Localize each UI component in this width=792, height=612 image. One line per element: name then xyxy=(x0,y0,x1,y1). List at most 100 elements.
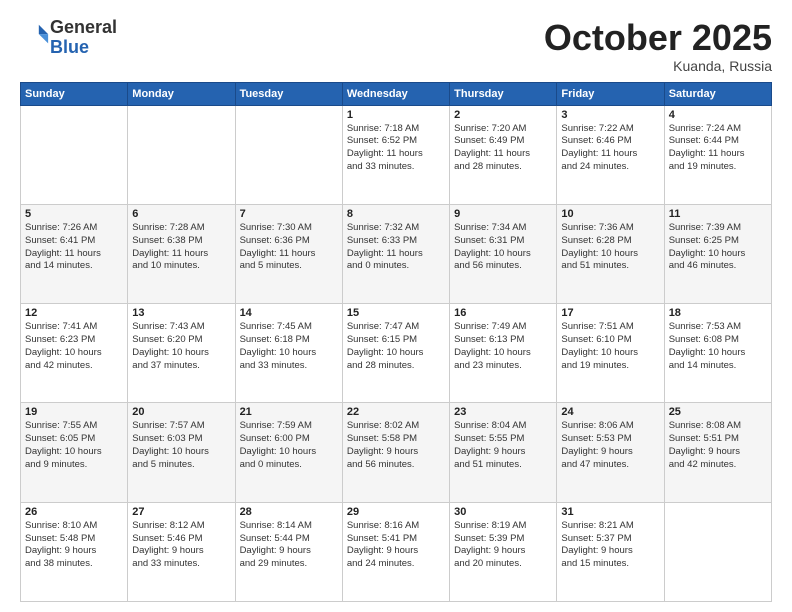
calendar-cell: 2 Sunrise: 7:20 AM Sunset: 6:49 PM Daylig… xyxy=(450,105,557,204)
day-info: Sunrise: 7:59 AM Sunset: 6:00 PM Dayligh… xyxy=(240,420,338,471)
calendar-cell: 26 Sunrise: 8:10 AM Sunset: 5:48 PM Dayli… xyxy=(21,502,128,601)
week-row-1: 5Sunrise: 7:26 AM Sunset: 6:41 PM Daylig… xyxy=(21,204,772,303)
day-number: 23 xyxy=(454,406,552,418)
day-number: 2 xyxy=(454,109,552,121)
day-info: Sunrise: 7:20 AM Sunset: 6:49 PM Dayligh… xyxy=(454,123,552,174)
calendar-cell: 13Sunrise: 7:43 AM Sunset: 6:20 PM Dayli… xyxy=(128,304,235,403)
calendar-cell: 29Sunrise: 8:16 AM Sunset: 5:41 PM Dayli… xyxy=(342,502,449,601)
day-info: Sunrise: 7:34 AM Sunset: 6:31 PM Dayligh… xyxy=(454,222,552,273)
calendar-cell: 10Sunrise: 7:36 AM Sunset: 6:28 PM Dayli… xyxy=(557,204,664,303)
day-number: 30 xyxy=(454,506,552,518)
day-info: Sunrise: 7:55 AM Sunset: 6:05 PM Dayligh… xyxy=(25,420,123,471)
calendar-cell: 27 Sunrise: 8:12 AM Sunset: 5:46 PM Dayli… xyxy=(128,502,235,601)
calendar-cell: 25 Sunrise: 8:08 AM Sunset: 5:51 PM Dayli… xyxy=(664,403,771,502)
day-info: Sunrise: 7:51 AM Sunset: 6:10 PM Dayligh… xyxy=(561,321,659,372)
day-info: Sunrise: 8:06 AM Sunset: 5:53 PM Dayligh… xyxy=(561,420,659,471)
calendar-cell: 28Sunrise: 8:14 AM Sunset: 5:44 PM Dayli… xyxy=(235,502,342,601)
weekday-header-monday: Monday xyxy=(128,82,235,105)
calendar-cell: 3Sunrise: 7:22 AM Sunset: 6:46 PM Daylig… xyxy=(557,105,664,204)
logo-blue-text: Blue xyxy=(50,37,89,57)
day-info: Sunrise: 8:12 AM Sunset: 5:46 PM Dayligh… xyxy=(132,520,230,571)
day-info: Sunrise: 7:53 AM Sunset: 6:08 PM Dayligh… xyxy=(669,321,767,372)
calendar-cell: 21 Sunrise: 7:59 AM Sunset: 6:00 PM Dayli… xyxy=(235,403,342,502)
day-number: 31 xyxy=(561,506,659,518)
day-number: 28 xyxy=(240,506,338,518)
day-info: Sunrise: 7:57 AM Sunset: 6:03 PM Dayligh… xyxy=(132,420,230,471)
day-info: Sunrise: 7:28 AM Sunset: 6:38 PM Dayligh… xyxy=(132,222,230,273)
calendar-table: SundayMondayTuesdayWednesdayThursdayFrid… xyxy=(20,82,772,602)
calendar-cell xyxy=(21,105,128,204)
day-number: 5 xyxy=(25,208,123,220)
day-info: Sunrise: 7:24 AM Sunset: 6:44 PM Dayligh… xyxy=(669,123,767,174)
week-row-2: 12 Sunrise: 7:41 AM Sunset: 6:23 PM Dayli… xyxy=(21,304,772,403)
calendar-cell: 18 Sunrise: 7:53 AM Sunset: 6:08 PM Dayli… xyxy=(664,304,771,403)
calendar-cell: 17 Sunrise: 7:51 AM Sunset: 6:10 PM Dayli… xyxy=(557,304,664,403)
calendar-cell: 24 Sunrise: 8:06 AM Sunset: 5:53 PM Dayli… xyxy=(557,403,664,502)
title-block: October 2025 Kuanda, Russia xyxy=(544,18,772,74)
weekday-header-row: SundayMondayTuesdayWednesdayThursdayFrid… xyxy=(21,82,772,105)
day-number: 21 xyxy=(240,406,338,418)
week-row-0: 1Sunrise: 7:18 AM Sunset: 6:52 PM Daylig… xyxy=(21,105,772,204)
calendar-cell: 22 Sunrise: 8:02 AM Sunset: 5:58 PM Dayli… xyxy=(342,403,449,502)
weekday-header-thursday: Thursday xyxy=(450,82,557,105)
page: General Blue October 2025 Kuanda, Russia… xyxy=(0,0,792,612)
day-info: Sunrise: 7:45 AM Sunset: 6:18 PM Dayligh… xyxy=(240,321,338,372)
day-info: Sunrise: 8:19 AM Sunset: 5:39 PM Dayligh… xyxy=(454,520,552,571)
day-number: 18 xyxy=(669,307,767,319)
day-number: 11 xyxy=(669,208,767,220)
day-number: 15 xyxy=(347,307,445,319)
day-info: Sunrise: 7:30 AM Sunset: 6:36 PM Dayligh… xyxy=(240,222,338,273)
day-number: 12 xyxy=(25,307,123,319)
day-number: 9 xyxy=(454,208,552,220)
weekday-header-sunday: Sunday xyxy=(21,82,128,105)
calendar-cell: 20Sunrise: 7:57 AM Sunset: 6:03 PM Dayli… xyxy=(128,403,235,502)
calendar-cell: 6 Sunrise: 7:28 AM Sunset: 6:38 PM Daylig… xyxy=(128,204,235,303)
calendar-cell: 5Sunrise: 7:26 AM Sunset: 6:41 PM Daylig… xyxy=(21,204,128,303)
calendar-cell: 30 Sunrise: 8:19 AM Sunset: 5:39 PM Dayli… xyxy=(450,502,557,601)
day-number: 7 xyxy=(240,208,338,220)
logo-icon xyxy=(22,21,50,49)
day-info: Sunrise: 7:22 AM Sunset: 6:46 PM Dayligh… xyxy=(561,123,659,174)
day-number: 22 xyxy=(347,406,445,418)
calendar-cell xyxy=(128,105,235,204)
calendar-cell: 23Sunrise: 8:04 AM Sunset: 5:55 PM Dayli… xyxy=(450,403,557,502)
day-number: 24 xyxy=(561,406,659,418)
day-info: Sunrise: 7:36 AM Sunset: 6:28 PM Dayligh… xyxy=(561,222,659,273)
day-number: 8 xyxy=(347,208,445,220)
day-info: Sunrise: 7:41 AM Sunset: 6:23 PM Dayligh… xyxy=(25,321,123,372)
day-info: Sunrise: 8:10 AM Sunset: 5:48 PM Dayligh… xyxy=(25,520,123,571)
header: General Blue October 2025 Kuanda, Russia xyxy=(20,18,772,74)
calendar-cell: 8 Sunrise: 7:32 AM Sunset: 6:33 PM Daylig… xyxy=(342,204,449,303)
day-number: 17 xyxy=(561,307,659,319)
day-number: 25 xyxy=(669,406,767,418)
calendar-cell: 12 Sunrise: 7:41 AM Sunset: 6:23 PM Dayli… xyxy=(21,304,128,403)
calendar-cell xyxy=(664,502,771,601)
calendar-cell: 4Sunrise: 7:24 AM Sunset: 6:44 PM Daylig… xyxy=(664,105,771,204)
day-number: 27 xyxy=(132,506,230,518)
calendar-cell: 7 Sunrise: 7:30 AM Sunset: 6:36 PM Daylig… xyxy=(235,204,342,303)
day-number: 16 xyxy=(454,307,552,319)
day-info: Sunrise: 7:32 AM Sunset: 6:33 PM Dayligh… xyxy=(347,222,445,273)
calendar-cell: 19Sunrise: 7:55 AM Sunset: 6:05 PM Dayli… xyxy=(21,403,128,502)
day-number: 26 xyxy=(25,506,123,518)
day-info: Sunrise: 8:08 AM Sunset: 5:51 PM Dayligh… xyxy=(669,420,767,471)
calendar-cell: 11 Sunrise: 7:39 AM Sunset: 6:25 PM Dayli… xyxy=(664,204,771,303)
day-info: Sunrise: 7:39 AM Sunset: 6:25 PM Dayligh… xyxy=(669,222,767,273)
calendar-cell: 1Sunrise: 7:18 AM Sunset: 6:52 PM Daylig… xyxy=(342,105,449,204)
calendar-cell xyxy=(235,105,342,204)
calendar-cell: 9 Sunrise: 7:34 AM Sunset: 6:31 PM Daylig… xyxy=(450,204,557,303)
day-number: 6 xyxy=(132,208,230,220)
calendar-cell: 31 Sunrise: 8:21 AM Sunset: 5:37 PM Dayli… xyxy=(557,502,664,601)
day-info: Sunrise: 8:02 AM Sunset: 5:58 PM Dayligh… xyxy=(347,420,445,471)
day-number: 13 xyxy=(132,307,230,319)
day-info: Sunrise: 8:16 AM Sunset: 5:41 PM Dayligh… xyxy=(347,520,445,571)
weekday-header-saturday: Saturday xyxy=(664,82,771,105)
weekday-header-friday: Friday xyxy=(557,82,664,105)
calendar-cell: 16 Sunrise: 7:49 AM Sunset: 6:13 PM Dayli… xyxy=(450,304,557,403)
logo-text: General Blue xyxy=(50,18,117,58)
week-row-3: 19Sunrise: 7:55 AM Sunset: 6:05 PM Dayli… xyxy=(21,403,772,502)
day-info: Sunrise: 7:49 AM Sunset: 6:13 PM Dayligh… xyxy=(454,321,552,372)
day-info: Sunrise: 8:21 AM Sunset: 5:37 PM Dayligh… xyxy=(561,520,659,571)
day-number: 1 xyxy=(347,109,445,121)
weekday-header-wednesday: Wednesday xyxy=(342,82,449,105)
